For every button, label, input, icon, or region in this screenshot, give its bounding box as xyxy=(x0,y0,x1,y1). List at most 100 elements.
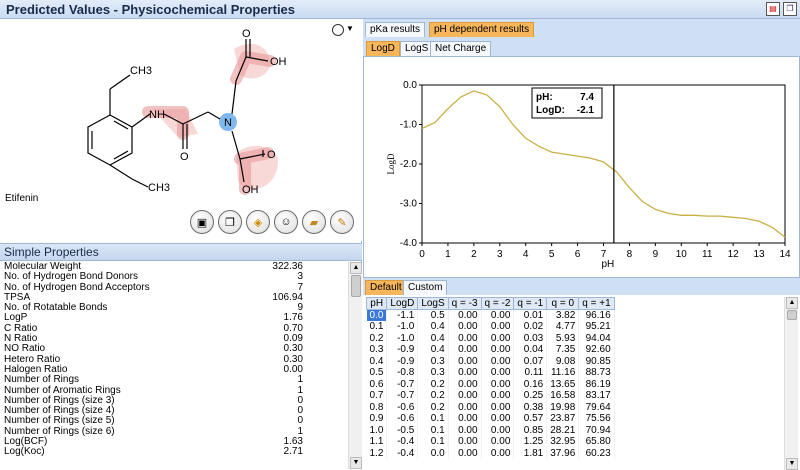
column-header[interactable]: q = +1 xyxy=(578,297,615,310)
table-cell: 0.00 xyxy=(481,378,515,390)
tab-default[interactable]: Default xyxy=(365,280,407,295)
column-header[interactable]: q = -1 xyxy=(513,297,548,310)
table-row[interactable]: 0.6 -0.7 0.2 0.00 0.00 0.16 13.65 86.19 xyxy=(366,378,615,390)
table-row[interactable]: 0.1 -1.0 0.4 0.00 0.00 0.02 4.77 95.21 xyxy=(366,321,615,333)
table-cell: 0.00 xyxy=(481,309,515,321)
table-cell: 0.4 xyxy=(417,332,449,344)
chevron-down-icon[interactable]: ▼ xyxy=(346,24,354,33)
table-cell: 0.00 xyxy=(448,344,482,356)
table-row[interactable]: 1.0 -0.5 0.1 0.00 0.00 0.85 28.21 70.94 xyxy=(366,424,615,436)
table-cell: 0.04 xyxy=(513,344,548,356)
table-cell: 0.1 xyxy=(417,436,449,448)
title-bar: Predicted Values - Physicochemical Prope… xyxy=(0,0,800,19)
scroll-down-icon[interactable]: ▼ xyxy=(350,457,362,469)
column-header[interactable]: q = 0 xyxy=(546,297,580,310)
x-tick-label: 8 xyxy=(627,249,633,260)
pdf-export-icon[interactable]: ▤ xyxy=(766,2,780,16)
tab-custom[interactable]: Custom xyxy=(403,280,448,295)
scroll-up-icon[interactable]: ▲ xyxy=(350,262,362,274)
window-title: Predicted Values - Physicochemical Prope… xyxy=(6,2,296,17)
table-row[interactable]: 0.5 -0.8 0.3 0.00 0.00 0.11 11.16 88.73 xyxy=(366,367,615,379)
table-row[interactable]: 0.3 -0.9 0.4 0.00 0.00 0.04 7.35 92.60 xyxy=(366,344,615,356)
table-cell: 0.2 xyxy=(417,378,449,390)
table-cell: 0.2 xyxy=(417,401,449,413)
scroll-up-icon[interactable]: ▲ xyxy=(786,297,798,309)
smile-icon: ☺ xyxy=(280,216,292,228)
n-label: N xyxy=(224,117,232,129)
table-row[interactable]: 0.7 -0.7 0.2 0.00 0.00 0.25 16.58 83.17 xyxy=(366,390,615,402)
smile-button[interactable]: ☺ xyxy=(274,210,298,234)
table-row[interactable]: 0.9 -0.6 0.1 0.00 0.00 0.57 23.87 75.56 xyxy=(366,413,615,425)
export-button[interactable]: ◈ xyxy=(246,210,270,234)
table-cell: -1.0 xyxy=(386,332,419,344)
table-cell: 0.00 xyxy=(481,344,515,356)
y-tick-label: 0.0 xyxy=(403,80,417,91)
tab-pka-results[interactable]: pKa results xyxy=(365,22,426,37)
table-row[interactable]: 0.0 -1.1 0.5 0.00 0.00 0.01 3.82 96.16 xyxy=(366,309,615,321)
table-cell: -0.5 xyxy=(386,424,419,436)
o-left-label: O xyxy=(180,151,189,163)
view-3d-button[interactable]: ❐ xyxy=(218,210,242,234)
table-cell: 0.00 xyxy=(481,447,515,459)
open-button[interactable]: ▰ xyxy=(302,210,326,234)
table-cell: -0.4 xyxy=(386,447,419,459)
left-panel: CH3 CH3 NH N O O OH O OH ▼ Etifenin ▣ ❐ … xyxy=(0,19,362,469)
x-tick-label: 0 xyxy=(419,249,425,260)
edit-button[interactable]: ✎ xyxy=(330,210,354,234)
o-top-label: O xyxy=(242,28,251,40)
x-tick-label: 11 xyxy=(702,249,713,260)
x-tick-label: 2 xyxy=(471,249,477,260)
scroll-thumb[interactable] xyxy=(351,275,361,297)
table-cell: 1.0 xyxy=(366,424,388,436)
column-header[interactable]: q = -3 xyxy=(447,297,482,310)
table-row[interactable]: 0.8 -0.6 0.2 0.00 0.00 0.38 19.98 79.64 xyxy=(366,401,615,413)
table-row[interactable]: 0.4 -0.9 0.3 0.00 0.00 0.07 9.08 90.85 xyxy=(366,355,615,367)
y-axis-label: LogD xyxy=(386,153,396,174)
tab-logs[interactable]: LogS xyxy=(400,41,434,56)
table-scrollbar[interactable]: ▲ ▼ xyxy=(784,297,798,470)
properties-scrollbar[interactable]: ▲ ▼ xyxy=(348,262,362,469)
display-option-radio[interactable] xyxy=(332,24,344,36)
copy-icon[interactable]: ❐ xyxy=(783,2,797,16)
tab-net-charge[interactable]: Net Charge xyxy=(430,41,492,56)
column-header[interactable]: pH xyxy=(365,297,388,310)
table-cell: 0.00 xyxy=(481,367,515,379)
table-cell: 3.82 xyxy=(546,309,580,321)
table-cell: 0.5 xyxy=(417,309,449,321)
table-cell: 0.00 xyxy=(448,321,482,333)
table-cell: -0.8 xyxy=(386,367,419,379)
tab-logd[interactable]: LogD xyxy=(366,41,400,56)
table-cell: 0.11 xyxy=(513,367,548,379)
logd-chart[interactable]: 0.0 -1.0 -2.0 -3.0 -4.0 0 1 2 3 4 5 6 7 8 9 10 11 12 13 14 p… xyxy=(363,56,800,278)
table-cell: 7.35 xyxy=(546,344,580,356)
column-header[interactable]: q = -2 xyxy=(480,297,515,310)
table-row[interactable]: 1.2 -0.4 0.0 0.00 0.00 1.81 37.96 60.23 xyxy=(366,447,615,459)
table-cell: 37.96 xyxy=(546,447,580,459)
scroll-down-icon[interactable]: ▼ xyxy=(786,458,798,470)
table-cell: 0.01 xyxy=(513,309,548,321)
table-cell: 0.6 xyxy=(366,378,388,390)
structure-viewer[interactable]: CH3 CH3 NH N O O OH O OH ▼ Etifenin ▣ ❐ … xyxy=(0,19,362,241)
table-row[interactable]: 0.2 -1.0 0.4 0.00 0.00 0.03 5.93 94.04 xyxy=(366,332,615,344)
table-cell: -0.7 xyxy=(386,390,419,402)
table-cell: -1.1 xyxy=(386,309,419,321)
view-2d-button[interactable]: ▣ xyxy=(190,210,214,234)
table-cell: 0.5 xyxy=(366,367,388,379)
table-cell: 28.21 xyxy=(546,424,580,436)
o-bottom-label: O xyxy=(267,149,276,161)
table-cell: 0.07 xyxy=(513,355,548,367)
pencil-icon: ✎ xyxy=(337,216,347,229)
column-header[interactable]: LogS xyxy=(417,297,449,310)
x-tick-label: 13 xyxy=(754,249,766,260)
scroll-thumb[interactable] xyxy=(787,310,797,320)
tab-ph-dependent-results[interactable]: pH dependent results xyxy=(429,22,535,37)
table-cell: 0.00 xyxy=(481,413,515,425)
ch3-bottom-label: CH3 xyxy=(148,182,170,194)
table-cell: 4.77 xyxy=(546,321,580,333)
column-header[interactable]: LogD xyxy=(386,297,419,310)
x-tick-label: 14 xyxy=(779,249,791,260)
ch3-top-label: CH3 xyxy=(130,65,152,77)
table-row[interactable]: 1.1 -0.4 0.1 0.00 0.00 1.25 32.95 65.80 xyxy=(366,436,615,448)
oh-top-label: OH xyxy=(270,56,287,68)
table-cell: 0.00 xyxy=(481,355,515,367)
